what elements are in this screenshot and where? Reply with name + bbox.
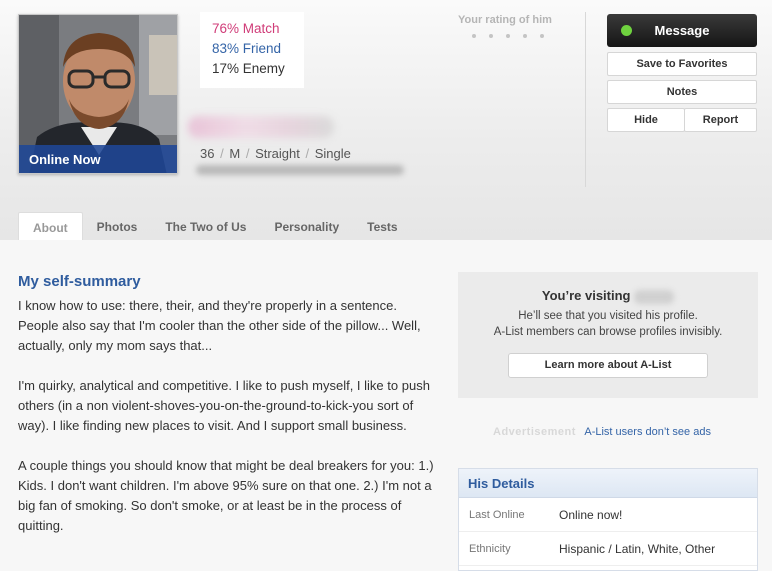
notes-button[interactable]: Notes [607, 80, 757, 104]
online-dot-icon [621, 25, 632, 36]
friend-percent: 83% Friend [212, 41, 282, 56]
summary-paragraph: I'm quirky, analytical and competitive. … [18, 378, 430, 433]
tab-about[interactable]: About [18, 212, 83, 241]
advertisement-label: Advertisement [493, 426, 576, 438]
visiting-notice: You’re visiting He’ll see that you visit… [458, 272, 758, 398]
learn-more-alist-button[interactable]: Learn more about A-List [508, 352, 708, 378]
visiting-line-2: A-List members can browse profiles invis… [493, 325, 723, 338]
save-to-favorites-button[interactable]: Save to Favorites [607, 52, 757, 76]
relationship-status: Single [314, 146, 351, 161]
age: 36 [200, 146, 215, 161]
self-summary-title: My self-summary [18, 273, 141, 290]
profile-tabs: About Photos The Two of Us Personality T… [18, 212, 412, 241]
hide-button[interactable]: Hide [607, 108, 685, 132]
message-button-label: Message [654, 23, 710, 38]
report-button[interactable]: Report [684, 108, 757, 132]
details-value: Online now! [559, 507, 623, 522]
rating-dot-4[interactable] [523, 34, 527, 38]
rating-dot-3[interactable] [506, 34, 510, 38]
profile-photo[interactable]: Online Now [18, 14, 178, 174]
gender: M [229, 146, 241, 161]
enemy-percent: 17% Enemy [212, 61, 285, 76]
rating-dot-2[interactable] [489, 34, 493, 38]
visited-name-redacted [634, 289, 675, 304]
summary-paragraph: A couple things you should know that mig… [18, 458, 434, 533]
tab-tests[interactable]: Tests [353, 212, 411, 240]
location-redacted [196, 165, 404, 175]
summary-paragraph: I know how to use: there, their, and the… [18, 298, 421, 353]
rating-label: Your rating of him [458, 14, 552, 26]
tab-photos[interactable]: Photos [83, 212, 152, 240]
rating-dot-1[interactable] [472, 34, 476, 38]
his-details-title: His Details [459, 469, 757, 498]
tab-personality[interactable]: Personality [260, 212, 353, 240]
profile-basics: 36 / M / Straight / Single [200, 146, 351, 161]
advertisement-line: Advertisement A-List users don’t see ads [493, 426, 711, 438]
online-now-label: Online Now [19, 145, 177, 173]
username-redacted [188, 116, 334, 138]
details-row: Ethnicity Hispanic / Latin, White, Other [459, 532, 757, 566]
rating-stars[interactable] [472, 34, 544, 38]
match-percent: 76% Match [212, 21, 280, 36]
visiting-title: You’re visiting [458, 288, 758, 304]
message-button[interactable]: Message [607, 14, 757, 47]
details-key: Ethnicity [469, 542, 511, 555]
details-row: Last Online Online now! [459, 498, 757, 532]
match-percentages: 76% Match 83% Friend 17% Enemy [200, 12, 304, 88]
his-details-panel: His Details Last Online Online now! Ethn… [458, 468, 758, 571]
tab-two-of-us[interactable]: The Two of Us [151, 212, 260, 240]
header-divider [585, 12, 586, 187]
self-summary-text: I know how to use: there, their, and the… [18, 296, 438, 556]
orientation: Straight [255, 146, 300, 161]
alist-no-ads-link[interactable]: A-List users don’t see ads [584, 426, 711, 438]
rating-dot-5[interactable] [540, 34, 544, 38]
visiting-line-1: He’ll see that you visited his profile. [518, 309, 698, 322]
details-value: Hispanic / Latin, White, Other [559, 541, 716, 556]
details-key: Last Online [469, 508, 525, 521]
